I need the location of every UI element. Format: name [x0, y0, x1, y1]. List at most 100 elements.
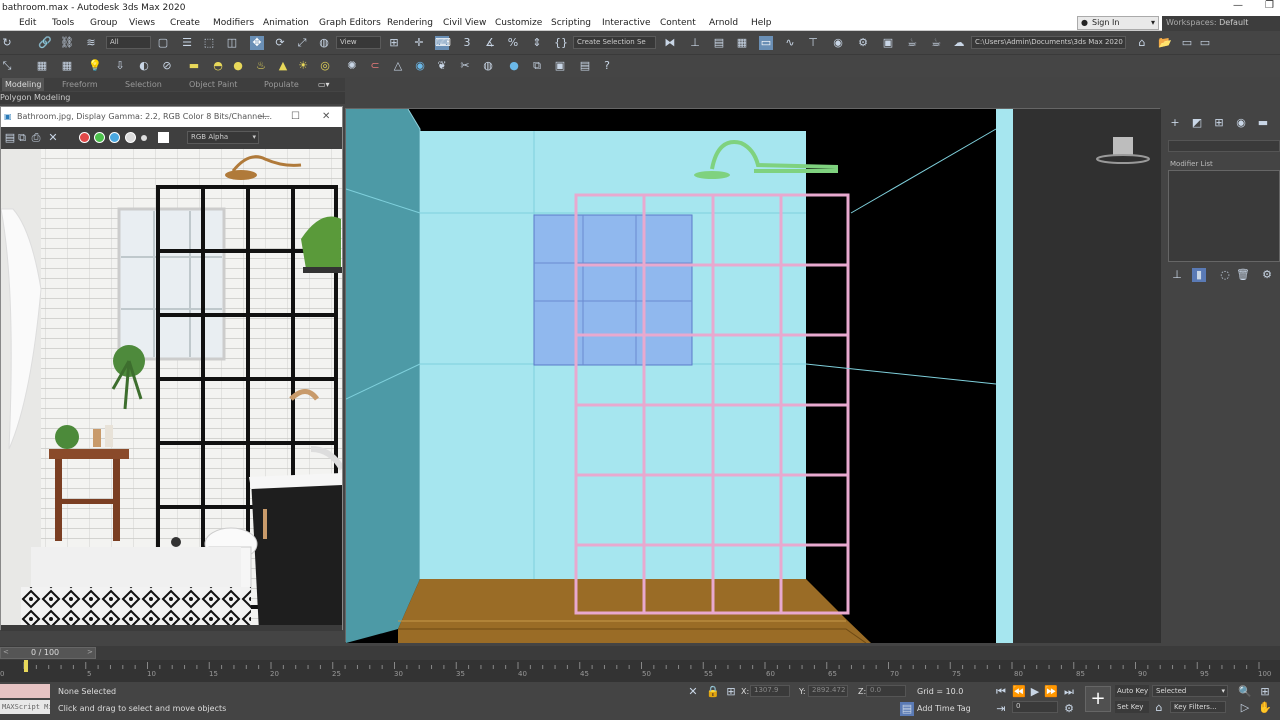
tab-modeling[interactable]: Modeling — [2, 78, 45, 91]
time-configuration-icon[interactable]: ⚙ — [1062, 702, 1076, 716]
time-slider[interactable]: < 0 / 100 > — [0, 646, 1280, 660]
keyboard-shortcut-override-icon[interactable]: ⌨ — [435, 36, 451, 50]
mono-channel-toggle[interactable] — [141, 135, 147, 141]
fern-icon[interactable]: ❦ — [435, 59, 449, 73]
set-key-button[interactable]: + — [1085, 686, 1111, 712]
sphere-icon[interactable]: ● — [231, 59, 245, 73]
spinner-snap-icon[interactable]: ⇕ — [530, 36, 544, 50]
torus-icon[interactable]: ◎ — [318, 59, 332, 73]
select-and-move-icon[interactable]: ✥ — [250, 36, 264, 50]
prev-frame-icon[interactable]: < — [3, 648, 9, 656]
render-cloud-icon[interactable]: ☁ — [952, 36, 966, 50]
show-end-result-icon[interactable]: ▮ — [1192, 268, 1206, 282]
tab-object-paint[interactable]: Object Paint — [189, 78, 237, 91]
material-editor-icon[interactable]: ◉ — [831, 36, 845, 50]
blue-channel-toggle[interactable] — [109, 132, 120, 143]
key-mode-icon[interactable]: ⇥ — [994, 702, 1008, 716]
mirror-icon[interactable]: ⧓ — [663, 36, 677, 50]
hierarchy-tab-icon[interactable]: ⊞ — [1212, 116, 1226, 130]
render-iterative-icon[interactable]: ☕ — [929, 36, 943, 50]
isolate-icon[interactable]: ⊘ — [160, 59, 174, 73]
menu-interactive[interactable]: Interactive — [602, 16, 650, 30]
next-frame-icon[interactable]: > — [87, 648, 93, 656]
copy-icon[interactable]: ⧉ — [530, 59, 544, 73]
material-sphere-icon[interactable]: ◍ — [481, 59, 495, 73]
render-production-icon[interactable]: ☕ — [905, 36, 919, 50]
display-tab-icon[interactable]: ▬ — [1256, 116, 1270, 130]
render-sphere-icon[interactable]: ● — [507, 59, 521, 73]
place-icon[interactable]: ◍ — [317, 36, 331, 50]
zoom-all-icon[interactable]: ⊞ — [1258, 685, 1272, 699]
perspective-viewport[interactable] — [345, 108, 1161, 644]
menu-views[interactable]: Views — [129, 16, 155, 30]
tab-freeform[interactable]: Freeform — [62, 78, 98, 91]
go-to-start-icon[interactable]: ⏮ — [994, 685, 1008, 699]
key-filters-button[interactable]: Key Filters... — [1170, 701, 1226, 713]
track-bar[interactable]: 0 5 10 15 20 25 30 35 40 45 50 55 60 65 … — [0, 660, 1280, 682]
percent-snap-icon[interactable]: % — [506, 36, 520, 50]
field-of-view-icon[interactable]: ▷ — [1238, 701, 1252, 715]
alpha-channel-toggle[interactable] — [125, 132, 136, 143]
cone-icon[interactable]: ▲ — [276, 59, 290, 73]
half-sphere-icon[interactable]: ◓ — [211, 59, 225, 73]
motion-tab-icon[interactable]: ◉ — [1234, 116, 1248, 130]
sun-icon[interactable]: ☀ — [296, 59, 310, 73]
save-file-icon[interactable]: ▭ — [1180, 36, 1194, 50]
teapot-icon[interactable]: ♨ — [254, 59, 268, 73]
menu-scripting[interactable]: Scripting — [551, 16, 591, 30]
edit-named-selection-icon[interactable]: {} — [554, 36, 568, 50]
close-icon[interactable]: ✕ — [322, 107, 330, 127]
select-and-scale-icon[interactable]: ⤢ — [295, 36, 309, 50]
zoom-icon[interactable]: 🔍 — [1238, 685, 1252, 699]
angle-snap-icon[interactable]: ∡ — [483, 36, 497, 50]
minimize-icon[interactable]: — — [1233, 0, 1243, 16]
bind-space-warp-icon[interactable]: ≋ — [84, 36, 98, 50]
magnet-icon[interactable]: ⊂ — [368, 59, 382, 73]
texture-icon[interactable]: ▣ — [553, 59, 567, 73]
maximize-icon[interactable]: ☐ — [291, 107, 300, 127]
create-tab-icon[interactable]: + — [1168, 116, 1182, 130]
help-icon[interactable]: ? — [600, 59, 614, 73]
schematic-view-icon[interactable]: ⊤ — [806, 36, 820, 50]
rectangular-selection-icon[interactable]: ⬚ — [202, 36, 216, 50]
modify-tab-icon[interactable]: ◩ — [1190, 116, 1204, 130]
ribbon-options-icon[interactable]: ▭▾ — [318, 78, 330, 91]
selection-lock-icon[interactable]: 🔒 — [706, 685, 720, 699]
y-coordinate-field[interactable]: 2892.472 — [808, 685, 848, 697]
z-coordinate-field[interactable]: 0.0 — [866, 685, 906, 697]
menu-civil-view[interactable]: Civil View — [443, 16, 486, 30]
open-file-icon[interactable]: 📂 — [1158, 36, 1172, 50]
named-selection-set-dropdown[interactable]: Create Selection Se — [573, 36, 656, 49]
time-slider-thumb[interactable]: < 0 / 100 > — [0, 647, 96, 659]
project-folder-dropdown[interactable]: C:\Users\Admin\Documents\3ds Max 2020 — [971, 36, 1126, 49]
time-tag-icon[interactable]: ▤ — [900, 702, 914, 716]
pivot-center-icon[interactable]: ⊞ — [387, 36, 401, 50]
restore-icon[interactable]: ❐ — [1265, 0, 1274, 16]
key-filter-icon[interactable]: ⌂ — [1152, 701, 1166, 715]
align-icon[interactable]: ⊥ — [688, 36, 702, 50]
menu-edit[interactable]: Edit — [19, 16, 36, 30]
toggle-ribbon-icon[interactable]: ▭ — [759, 36, 773, 50]
copy-image-icon[interactable]: ⧉ — [15, 131, 29, 145]
hide-icon[interactable]: ◐ — [137, 59, 151, 73]
select-and-rotate-icon[interactable]: ⟳ — [273, 36, 287, 50]
display-channel-dropdown[interactable]: RGB Alpha ▾ — [187, 131, 259, 144]
select-manipulate-icon[interactable]: ✛ — [412, 36, 426, 50]
globe-icon[interactable]: ◉ — [413, 59, 427, 73]
go-to-end-icon[interactable]: ⏭ — [1062, 685, 1076, 699]
layer-icon[interactable]: ▦ — [60, 59, 74, 73]
current-frame-field[interactable]: 0 — [1012, 701, 1058, 713]
menu-modifiers[interactable]: Modifiers — [213, 16, 254, 30]
key-mode-dropdown[interactable]: Selected ▾ — [1152, 685, 1228, 697]
absolute-mode-icon[interactable]: ⊞ — [724, 685, 738, 699]
curve-editor-icon[interactable]: ∿ — [783, 36, 797, 50]
minimize-icon[interactable]: — — [260, 107, 270, 127]
selection-filter-dropdown[interactable]: All — [106, 36, 151, 49]
menu-arnold[interactable]: Arnold — [709, 16, 738, 30]
menu-rendering[interactable]: Rendering — [387, 16, 433, 30]
background-swatch[interactable] — [158, 132, 169, 143]
sign-in-button[interactable]: ● Sign In ▾ — [1077, 16, 1159, 30]
freeze-icon[interactable]: ⇩ — [113, 59, 127, 73]
tab-selection[interactable]: Selection — [125, 78, 162, 91]
select-object-icon[interactable]: ▢ — [156, 36, 170, 50]
